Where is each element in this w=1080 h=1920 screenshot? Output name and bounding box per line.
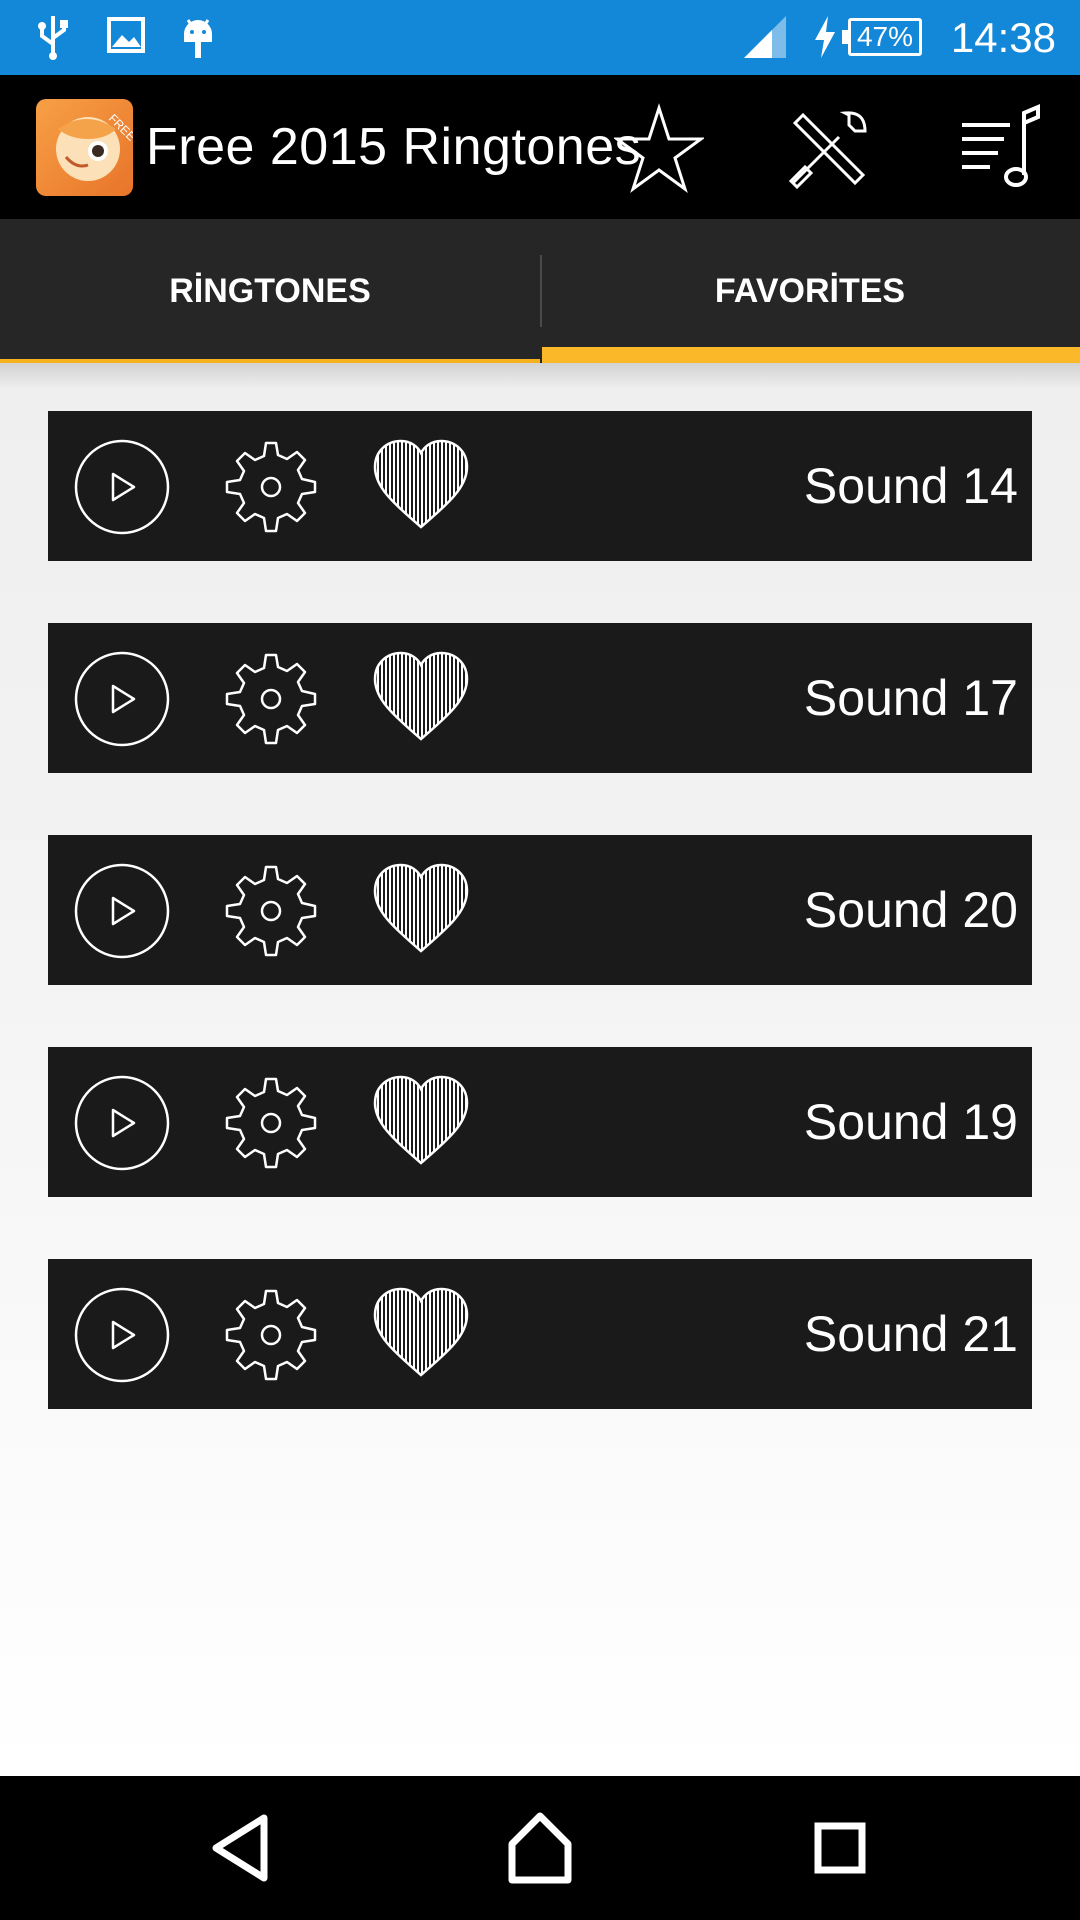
set-ringtone-button[interactable] bbox=[223, 439, 319, 535]
image-icon bbox=[106, 14, 146, 61]
star-icon bbox=[612, 103, 706, 197]
back-icon bbox=[190, 1814, 290, 1902]
action-bar: FREE Free 2015 Ringtones bbox=[0, 75, 1080, 219]
set-ringtone-button[interactable] bbox=[223, 863, 319, 959]
app-title: Free 2015 Ringtones bbox=[146, 118, 642, 176]
set-ringtone-button[interactable] bbox=[223, 1075, 319, 1171]
gear-icon bbox=[223, 1289, 319, 1387]
set-ringtone-button[interactable] bbox=[223, 651, 319, 747]
gear-icon bbox=[223, 653, 319, 751]
favorites-star-button[interactable] bbox=[612, 103, 706, 193]
favorite-button[interactable] bbox=[373, 439, 469, 535]
sound-name: Sound 20 bbox=[803, 882, 1018, 938]
gear-icon bbox=[223, 1077, 319, 1175]
set-ringtone-button[interactable] bbox=[223, 1287, 319, 1383]
play-icon bbox=[74, 439, 170, 539]
list-item: Sound 20 bbox=[48, 835, 1032, 985]
play-button[interactable] bbox=[74, 1287, 170, 1383]
play-button[interactable] bbox=[74, 1075, 170, 1171]
play-icon bbox=[74, 863, 170, 963]
clock: 14:38 bbox=[950, 14, 1056, 61]
tools-icon bbox=[783, 111, 873, 197]
music-list-icon bbox=[954, 103, 1044, 197]
favorite-button[interactable] bbox=[373, 1287, 469, 1383]
recents-button[interactable] bbox=[790, 1798, 890, 1898]
sound-name: Sound 14 bbox=[803, 458, 1018, 514]
playlist-button[interactable] bbox=[954, 103, 1044, 193]
status-bar: 47% 14:38 bbox=[0, 0, 1080, 75]
list-item: Sound 17 bbox=[48, 623, 1032, 773]
android-icon bbox=[178, 14, 218, 65]
heart-icon bbox=[373, 651, 469, 751]
settings-tools-button[interactable] bbox=[783, 103, 873, 193]
tab-selected-indicator bbox=[542, 347, 1080, 363]
signal-icon bbox=[742, 14, 788, 65]
play-button[interactable] bbox=[74, 651, 170, 747]
sound-name: Sound 21 bbox=[803, 1306, 1018, 1362]
sound-name: Sound 17 bbox=[803, 670, 1018, 726]
sound-name: Sound 19 bbox=[803, 1094, 1018, 1150]
heart-icon bbox=[373, 863, 469, 963]
tab-bar: RİNGTONES FAVORİTES bbox=[0, 219, 1080, 363]
play-button[interactable] bbox=[74, 863, 170, 959]
charging-icon bbox=[812, 14, 838, 65]
app-logo: FREE bbox=[36, 99, 133, 196]
battery-indicator: 47% bbox=[842, 18, 922, 56]
usb-icon bbox=[36, 14, 70, 65]
favorite-button[interactable] bbox=[373, 863, 469, 959]
recents-icon bbox=[790, 1822, 890, 1902]
home-icon bbox=[490, 1812, 590, 1902]
play-icon bbox=[74, 1075, 170, 1175]
tab-favorites[interactable]: FAVORİTES bbox=[540, 219, 1080, 363]
tab-shadow bbox=[0, 363, 1080, 389]
tab-ringtones[interactable]: RİNGTONES bbox=[0, 219, 540, 363]
list-item: Sound 21 bbox=[48, 1259, 1032, 1409]
heart-icon bbox=[373, 1075, 469, 1175]
navigation-bar bbox=[0, 1776, 1080, 1920]
play-icon bbox=[74, 651, 170, 751]
heart-icon bbox=[373, 1287, 469, 1387]
home-button[interactable] bbox=[490, 1798, 590, 1898]
back-button[interactable] bbox=[190, 1798, 290, 1898]
play-button[interactable] bbox=[74, 439, 170, 535]
heart-icon bbox=[373, 439, 469, 539]
gear-icon bbox=[223, 865, 319, 963]
list-item: Sound 14 bbox=[48, 411, 1032, 561]
favorite-button[interactable] bbox=[373, 651, 469, 747]
gear-icon bbox=[223, 441, 319, 539]
favorite-button[interactable] bbox=[373, 1075, 469, 1171]
play-icon bbox=[74, 1287, 170, 1387]
list-item: Sound 19 bbox=[48, 1047, 1032, 1197]
